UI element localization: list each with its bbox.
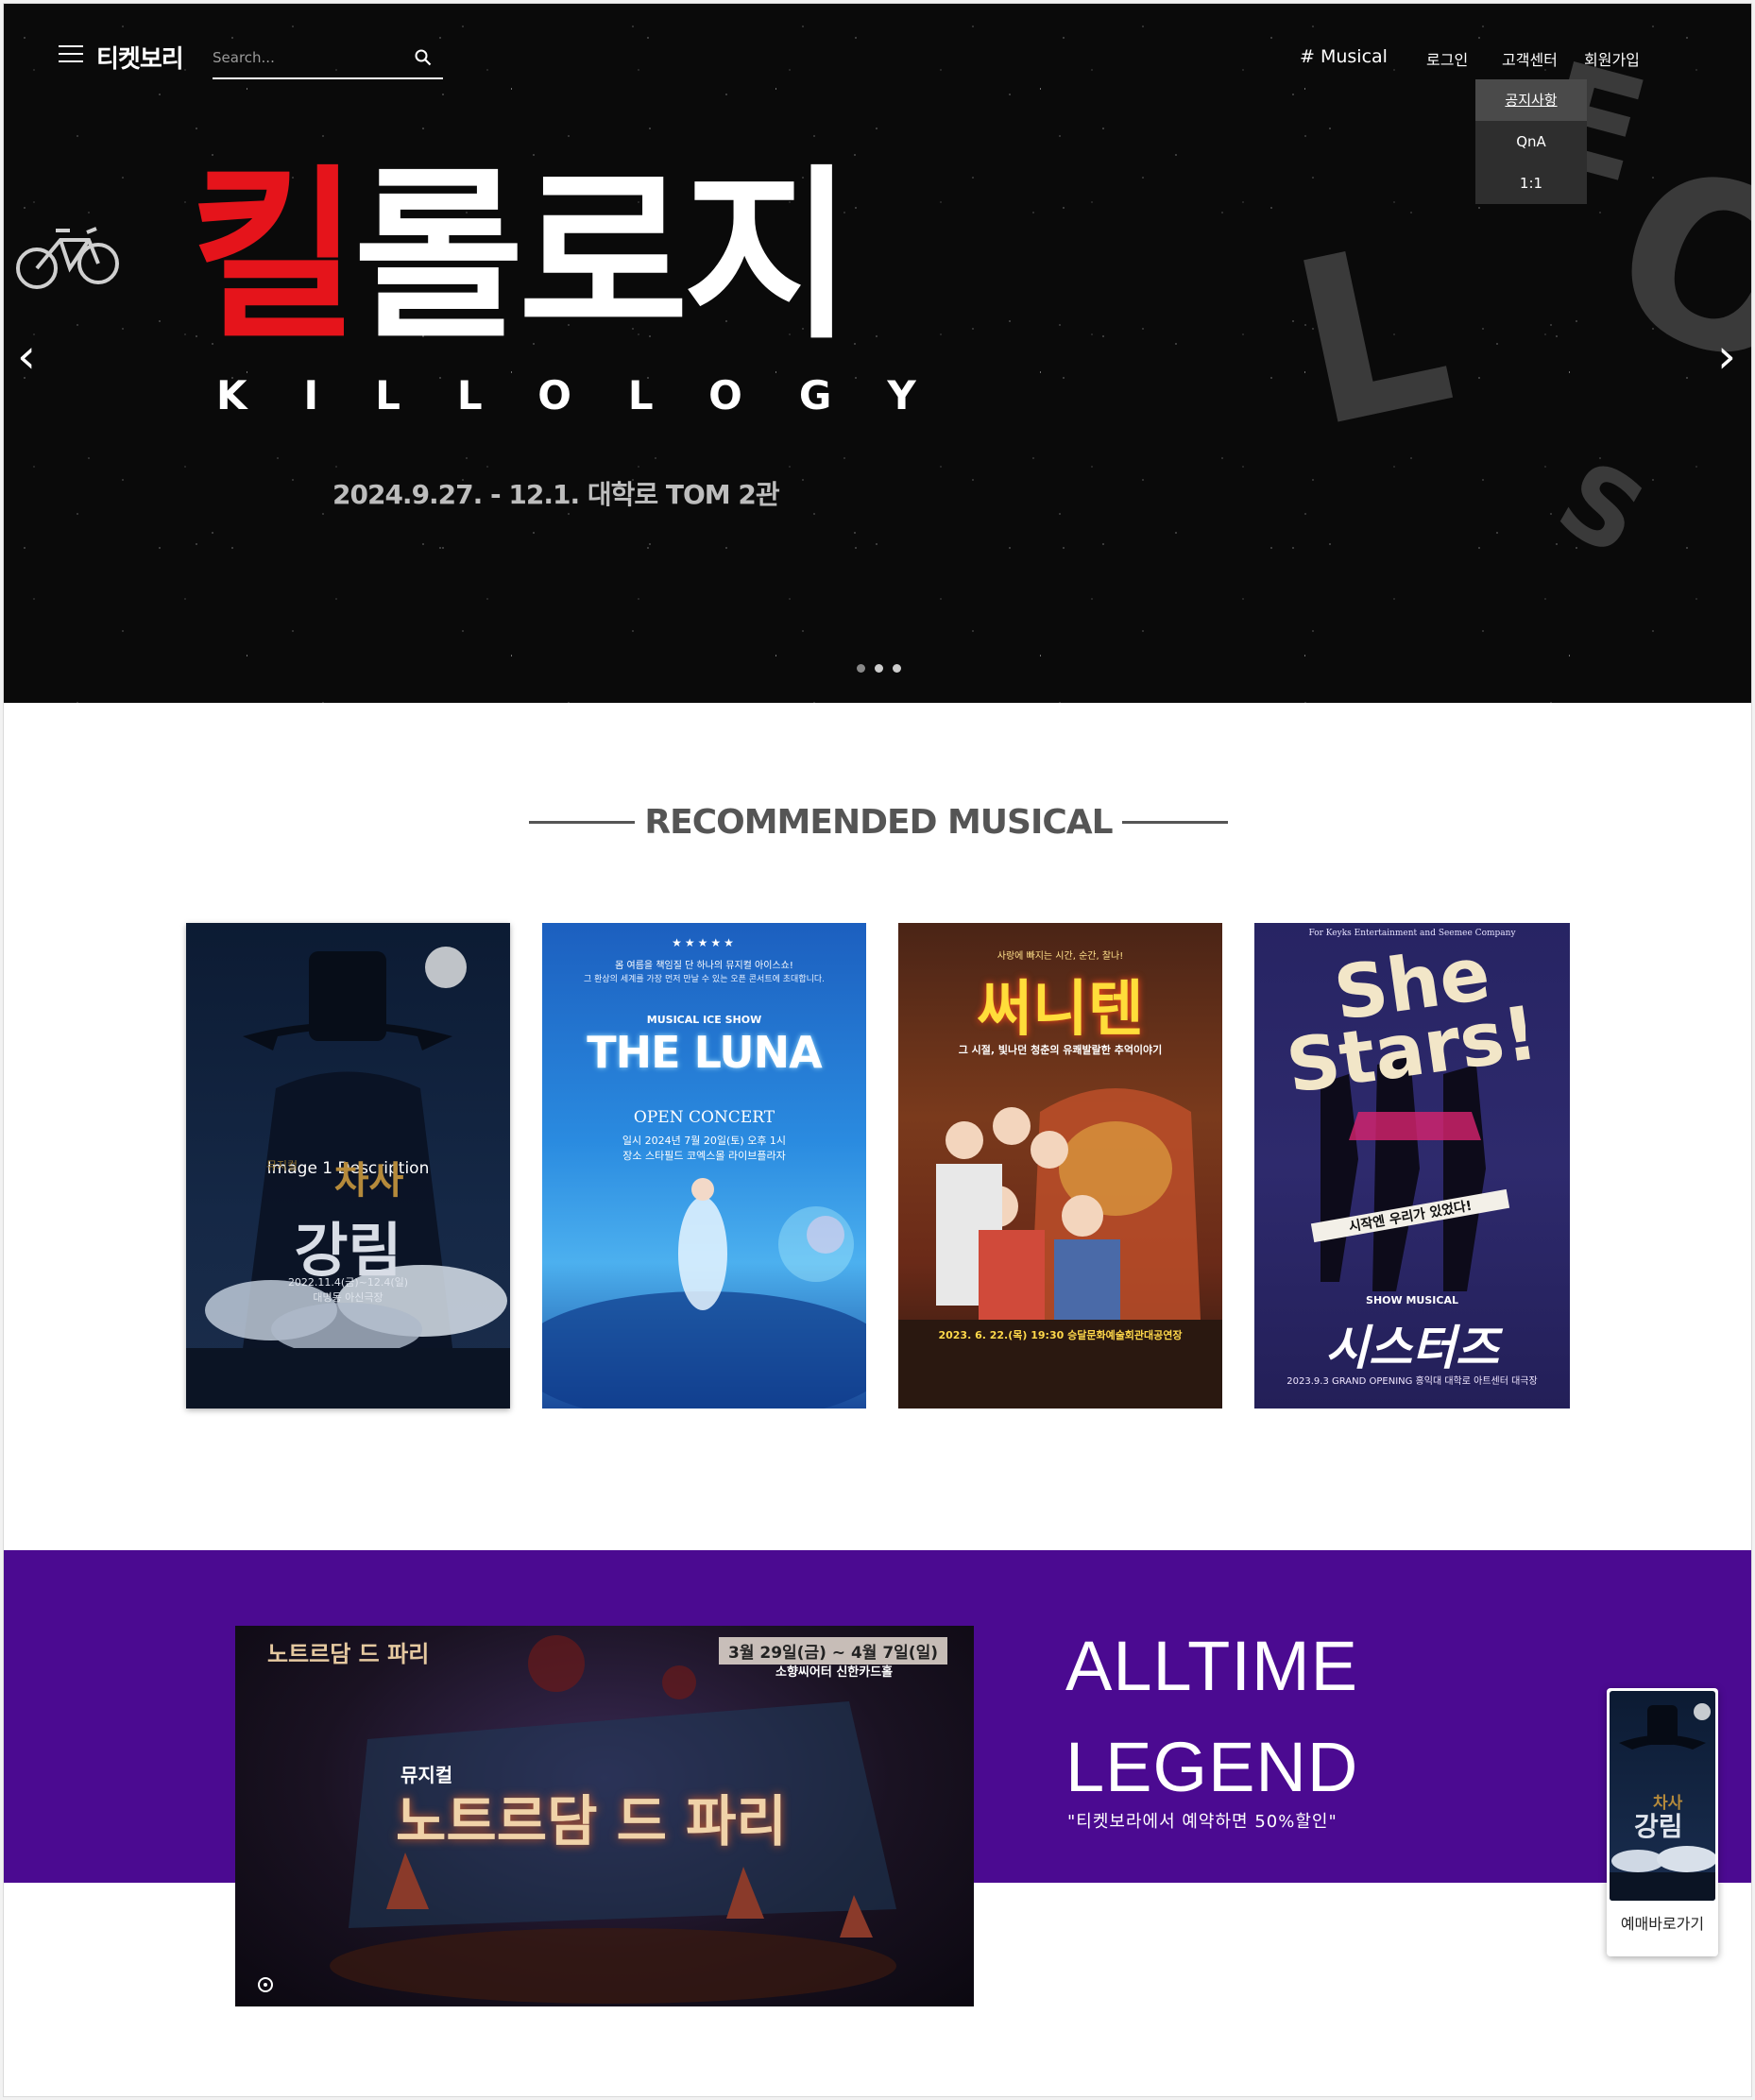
poster-sunny-ten[interactable]: 사랑에 빠지는 시간, 순간, 찰나! 써니텐 그 시절, 빛나던 청춘의 유쾌… xyxy=(898,923,1222,1409)
video-control-icon[interactable] xyxy=(256,1975,275,1994)
poster-2-tagline2: 그 환상의 세계를 가장 먼저 만날 수 있는 오픈 콘서트에 초대합니다. xyxy=(583,975,826,984)
poster-sisters[interactable]: For Keyks Entertainment and Seemee Compa… xyxy=(1254,923,1570,1409)
booking-thumb-title2: 강림 xyxy=(1634,1811,1683,1842)
nav-signup[interactable]: 회원가입 xyxy=(1584,47,1640,70)
hero-date-venue: 2024.9.27. - 12.1. 대학로 TOM 2관 xyxy=(332,479,780,510)
poster-1-date: 2022.11.4(금)~12.4(일) xyxy=(287,1276,409,1289)
video-title: 노트르담 드 파리 xyxy=(396,1789,787,1853)
poster-4-footer: 2023.9.3 GRAND OPENING 홍익대 대학로 아트센터 대극장 xyxy=(1286,1376,1538,1387)
legend-title: ALLTIME LEGEND xyxy=(1065,1615,1358,1818)
poster-4-title: 시스터즈 xyxy=(1325,1321,1499,1375)
poster-3-date: 2023. 6. 22.(목) 19:30 승달문화예술회관대공연장 xyxy=(938,1329,1183,1341)
poster-chasa-gangrim[interactable]: Image 1 Description 뮤지컬 차사 강림 2022.11.4(… xyxy=(186,923,510,1409)
legend-video[interactable]: 노트르담 드 파리 3월 29일(금) ~ 4월 7일(일) 소향씨어터 신한카… xyxy=(235,1626,974,2006)
carousel-dot[interactable] xyxy=(893,664,901,673)
video-venue: 소향씨어터 신한카드홀 xyxy=(775,1665,894,1680)
search-input[interactable] xyxy=(213,43,401,72)
hero-title-red: 킬 xyxy=(189,149,359,365)
carousel-prev-icon[interactable]: ‹ xyxy=(17,333,36,380)
poster-2-tagline1: 몸 여름을 책임질 단 하나의 뮤지컬 아이스쇼! xyxy=(615,961,793,971)
booking-thumbnail: 차사 강림 xyxy=(1610,1691,1715,1901)
floating-booking-button[interactable]: 차사 강림 예매바로가기 xyxy=(1607,1688,1718,1956)
video-logo: 노트르담 드 파리 xyxy=(267,1641,430,1667)
hero-english-title: KILLOLOGY xyxy=(216,372,973,418)
poster-2-title: THE LUNA xyxy=(587,1027,822,1078)
poster-1-venue: 대명동 아신극장 xyxy=(313,1291,383,1304)
poster-2-art xyxy=(542,1178,866,1409)
heading-line-right xyxy=(1121,821,1228,824)
legend-subtitle: "티켓보라에서 예약하면 50%할인" xyxy=(1067,1812,1338,1832)
page-frame: E L O S 티켓보리 # Musical 로그인 고객센터 회원가입 xyxy=(3,3,1752,2097)
dropdown-item-one-to-one[interactable]: 1:1 xyxy=(1475,162,1587,204)
poster-the-luna[interactable]: ★★★★★ 몸 여름을 책임질 단 하나의 뮤지컬 아이스쇼! 그 환상의 세계… xyxy=(542,923,866,1409)
poster-2-label: MUSICAL ICE SHOW xyxy=(646,1014,762,1026)
poster-2-info1: 일시 2024년 7월 20일(토) 오후 1시 xyxy=(622,1135,787,1147)
search-bar xyxy=(213,43,443,79)
customer-center-dropdown: 공지사항 QnA 1:1 xyxy=(1475,79,1587,204)
nav-login[interactable]: 로그인 xyxy=(1426,47,1468,70)
heading-line-left xyxy=(529,821,636,824)
poster-3-title: 써니텐 xyxy=(977,975,1144,1045)
recommended-heading: RECOMMENDED MUSICAL xyxy=(4,803,1751,842)
poster-3-tagline: 사랑에 빠지는 시간, 순간, 찰나! xyxy=(997,951,1124,962)
recommended-title: RECOMMENDED MUSICAL xyxy=(644,803,1113,842)
booking-label: 예매바로가기 xyxy=(1620,1915,1705,1933)
dropdown-item-notice[interactable]: 공지사항 xyxy=(1475,79,1587,121)
poster-2-stars: ★★★★★ xyxy=(672,936,737,949)
top-navigation: 티켓보리 # Musical 로그인 고객센터 회원가입 공지사항 QnA 1:… xyxy=(4,4,1751,204)
legend-title-line2: LEGEND xyxy=(1065,1728,1359,1806)
poster-2-subtitle: OPEN CONCERT xyxy=(633,1108,775,1127)
hamburger-menu-icon[interactable] xyxy=(59,45,83,64)
poster-1-title-line1: 차사 xyxy=(333,1159,404,1203)
hero-title: 킬롤로지 xyxy=(189,164,853,350)
nav-musical[interactable]: # Musical xyxy=(1300,46,1388,67)
poster-4-label: SHOW MUSICAL xyxy=(1366,1294,1458,1306)
poster-2-info2: 장소 스타필드 코엑스몰 라이브플라자 xyxy=(622,1150,786,1162)
carousel-indicators xyxy=(857,658,911,676)
carousel-dot[interactable] xyxy=(875,664,883,673)
legend-title-line1: ALLTIME xyxy=(1065,1627,1358,1705)
carousel-next-icon[interactable]: › xyxy=(1717,333,1736,380)
dropdown-item-qna[interactable]: QnA xyxy=(1475,121,1587,162)
carousel-dot[interactable] xyxy=(857,664,865,673)
video-date: 3월 29일(금) ~ 4월 7일(일) xyxy=(719,1637,947,1665)
site-logo[interactable]: 티켓보리 xyxy=(96,40,184,75)
bicycle-icon xyxy=(16,227,119,289)
hero-title-white: 롤로지 xyxy=(353,149,853,365)
poster-3-subtitle: 그 시절, 빛나던 청춘의 유쾌발랄한 추억이야기 xyxy=(958,1044,1163,1056)
hero-banner[interactable]: E L O S 티켓보리 # Musical 로그인 고객센터 회원가입 xyxy=(4,4,1751,703)
search-icon[interactable] xyxy=(415,49,432,66)
nav-customer-center[interactable]: 고객센터 xyxy=(1502,47,1558,70)
